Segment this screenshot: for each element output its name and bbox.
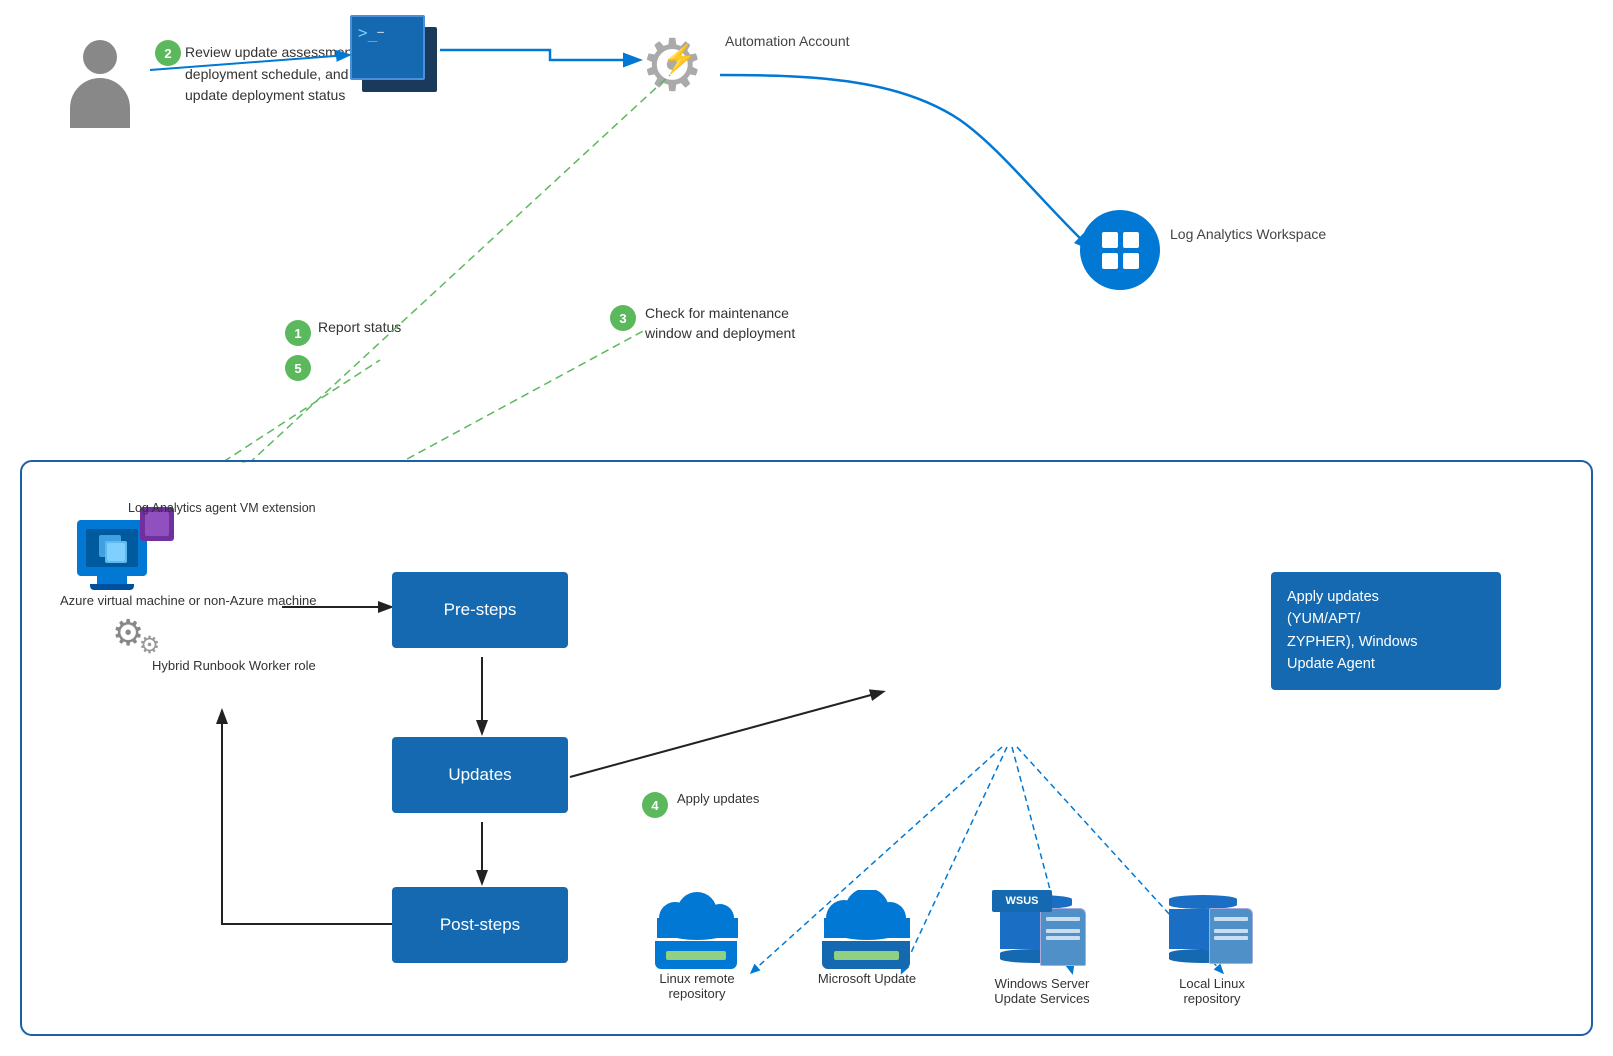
step5-badge: 5 — [285, 355, 311, 381]
top-section: 2 Review update assessment, define deplo… — [0, 0, 1613, 490]
azure-vm-icon — [77, 520, 147, 590]
log-analytics-workspace-label: Log Analytics Workspace — [1170, 225, 1326, 245]
linux-repo-label: Linux remote repository — [642, 971, 752, 1001]
updates-box: Updates — [392, 737, 568, 813]
automation-account-label: Automation Account — [725, 32, 850, 52]
step3-label: Check for maintenance window and deploym… — [645, 303, 805, 344]
person-icon — [60, 40, 140, 130]
post-steps-label: Post-steps — [440, 915, 520, 935]
azure-portal-icon: >_ >_ — — [350, 15, 425, 80]
step2-badge: 2 — [155, 40, 181, 66]
local-linux-repo: Local Linux repository — [1157, 890, 1267, 1006]
step3-badge: 3 — [610, 305, 636, 331]
step4-badge: 4 — [642, 792, 668, 818]
post-steps-box: Post-steps — [392, 887, 568, 963]
ms-update-label: Microsoft Update — [818, 971, 916, 986]
hybrid-runbook-icon: ⚙ ⚙ — [112, 612, 170, 654]
wsus-repo: WSUS Window — [982, 890, 1102, 1006]
updates-label: Updates — [448, 765, 511, 785]
apply-updates-box: Apply updates (YUM/APT/ ZYPHER), Windows… — [1271, 572, 1501, 690]
repositories-row: Linux remote repository — [642, 890, 1267, 1006]
step1-badge: 1 — [285, 320, 311, 346]
diagram-container: 2 Review update assessment, define deplo… — [0, 0, 1613, 1056]
linux-repo: Linux remote repository — [642, 890, 752, 1006]
automation-account-icon: ⚙ ⚡ — [640, 30, 715, 110]
wsus-label: Windows Server Update Services — [982, 976, 1102, 1006]
pre-steps-label: Pre-steps — [444, 600, 517, 620]
step1-label: Report status — [318, 318, 401, 338]
local-linux-label: Local Linux repository — [1157, 976, 1267, 1006]
log-analytics-workspace-icon — [1080, 210, 1160, 290]
hybrid-runbook-label: Hybrid Runbook Worker role — [152, 657, 316, 676]
apply-updates-label: Apply updates (YUM/APT/ ZYPHER), Windows… — [1287, 589, 1418, 672]
step4-label: Apply updates — [677, 790, 759, 809]
la-agent-label: Log Analytics agent VM extension — [128, 500, 316, 518]
ms-update-repo: Microsoft Update — [807, 890, 927, 1006]
vm-label: Azure virtual machine or non-Azure machi… — [60, 592, 317, 611]
pre-steps-box: Pre-steps — [392, 572, 568, 648]
bottom-section: Log Analytics agent VM extension Azure v… — [20, 460, 1593, 1036]
